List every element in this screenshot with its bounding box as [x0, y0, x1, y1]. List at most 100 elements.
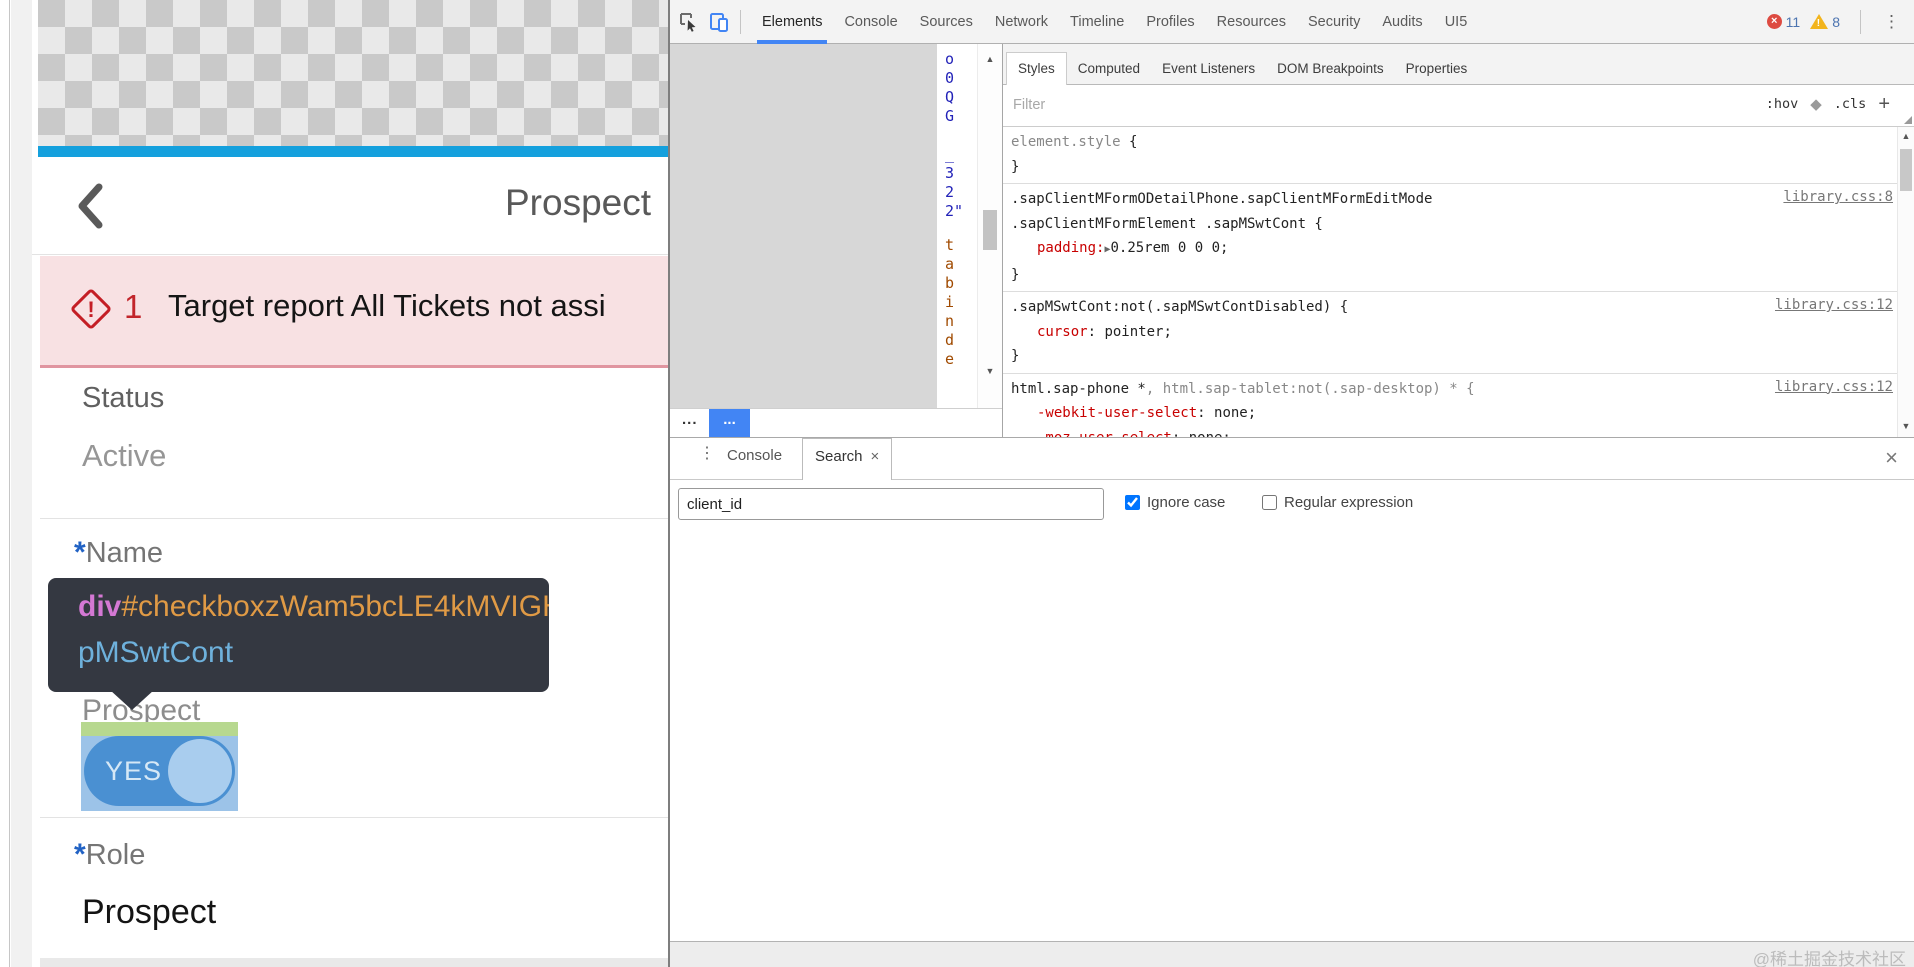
app-pane: Prospect ! 1 Target report All Tickets n…	[0, 0, 668, 967]
css-property-value: 0.25rem 0 0 0;	[1110, 240, 1229, 256]
css-property-name: cursor	[1037, 323, 1088, 340]
element-classes-button[interactable]: .cls	[1834, 96, 1867, 112]
inspect-element-icon[interactable]	[678, 11, 700, 33]
css-rules-list: element.style { } library.css:8 .sapClie…	[1003, 127, 1897, 437]
search-input[interactable]	[678, 488, 1104, 520]
styles-sidebar: Styles Computed Event Listeners DOM Brea…	[1002, 44, 1914, 437]
search-tab-close-icon[interactable]: ×	[871, 448, 880, 465]
element-inspect-tooltip: div#checkboxzWam5bcLE4kMVIGHS7o0 pMSwtCo…	[48, 578, 549, 692]
toggle-pseudo-state-button[interactable]: :hov	[1766, 96, 1799, 112]
error-banner[interactable]: ! 1 Target report All Tickets not assi	[40, 256, 668, 368]
error-badge-icon[interactable]: ×	[1766, 14, 1782, 29]
filter-input[interactable]: Filter	[1013, 97, 1045, 113]
tab-resources[interactable]: Resources	[1206, 0, 1297, 44]
breadcrumb-ellipsis[interactable]: ...	[682, 411, 698, 428]
scrollbar-thumb[interactable]	[1900, 149, 1912, 191]
scroll-down-icon[interactable]: ▼	[1898, 421, 1914, 431]
tab-ui5[interactable]: UI5	[1434, 0, 1479, 44]
css-rule-swtcont-padding[interactable]: library.css:8 .sapClientMFormODetailPhon…	[1003, 183, 1897, 291]
status-value: Active	[82, 438, 167, 473]
tab-elements[interactable]: Elements	[751, 0, 833, 44]
tooltip-selector-line2: pMSwtCont	[78, 636, 234, 669]
toolbar-separator	[740, 9, 741, 34]
tab-styles[interactable]: Styles	[1006, 52, 1067, 85]
device-toolbar-icon[interactable]	[708, 11, 730, 33]
dom-attribute-value-text: o 0 Q G _ 3 2 2"	[945, 50, 964, 220]
devtools-panel: Elements Console Sources Network Timelin…	[668, 0, 1914, 967]
tab-profiles[interactable]: Profiles	[1135, 0, 1205, 44]
selector-text: .sapMSwtCont:not(.sapMSwtContDisabled) {	[1011, 299, 1349, 315]
drawer-menu-icon[interactable]: ⋮	[699, 446, 715, 462]
scrollbar-thumb[interactable]	[983, 210, 997, 250]
back-icon[interactable]	[76, 183, 104, 229]
stylesheet-link[interactable]: library.css:12	[1775, 379, 1893, 395]
dom-scrollbar[interactable]: ▲ ▼	[977, 44, 1002, 408]
warning-badge-icon[interactable]: !	[1810, 14, 1829, 29]
drawer-tab-search[interactable]: Search ×	[802, 438, 893, 480]
role-label: *Role	[74, 838, 146, 871]
tab-properties[interactable]: Properties	[1395, 53, 1479, 84]
ignore-case-option[interactable]: Ignore case	[1125, 494, 1225, 511]
breadcrumb-ellipsis-selected[interactable]: ...	[709, 409, 750, 437]
tab-event-listeners[interactable]: Event Listeners	[1151, 53, 1266, 84]
error-message: Target report All Tickets not assi	[168, 288, 606, 323]
screenshot-root: Prospect ! 1 Target report All Tickets n…	[0, 0, 1914, 967]
status-label: Status	[82, 382, 165, 414]
stylesheet-link[interactable]: library.css:8	[1783, 189, 1893, 205]
scroll-up-icon[interactable]: ▲	[1898, 131, 1914, 141]
scroll-up-icon[interactable]: ▲	[978, 54, 1002, 64]
drawer-tab-bar: ⋮ Console Search × ×	[670, 438, 1914, 480]
inspected-toggle-highlight: YES	[81, 722, 238, 811]
divider	[40, 518, 668, 519]
css-rule-element-style[interactable]: element.style { }	[1003, 127, 1897, 183]
regex-option[interactable]: Regular expression	[1262, 494, 1413, 511]
filter-actions: :hov ◆ .cls +	[1766, 94, 1890, 114]
css-property-value: pointer;	[1104, 323, 1172, 340]
css-property-name: -moz-user-select	[1037, 430, 1172, 438]
toggle-label: YES	[105, 756, 163, 786]
scroll-down-icon[interactable]: ▼	[978, 366, 1002, 376]
toggle-knob[interactable]	[168, 739, 232, 803]
dom-breadcrumb-bar: ... ...	[670, 408, 1002, 437]
app-accent-bar	[38, 146, 668, 157]
tab-sources[interactable]: Sources	[909, 0, 984, 44]
resize-handle-icon[interactable]	[1904, 116, 1912, 124]
role-value: Prospect	[82, 893, 217, 931]
error-badge-count: 11	[1785, 13, 1801, 30]
ignore-case-label: Ignore case	[1147, 494, 1226, 511]
css-rule-user-select[interactable]: library.css:12 html.sap-phone *, html.sa…	[1003, 372, 1897, 438]
app-content: Prospect ! 1 Target report All Tickets n…	[32, 0, 668, 967]
new-style-rule-icon[interactable]: +	[1878, 94, 1890, 114]
elements-panel: o 0 Q G _ 3 2 2" t a b i n d e ▲ ▼ ... .…	[670, 44, 1914, 437]
devtools-menu-icon[interactable]: ⋮	[1883, 13, 1900, 30]
css-property-name: padding:	[1037, 240, 1105, 256]
tab-timeline[interactable]: Timeline	[1059, 0, 1135, 44]
drawer-close-icon[interactable]: ×	[1885, 445, 1898, 471]
toolbar-separator	[1860, 9, 1861, 34]
dom-attribute-name-text: t a b i n d e	[945, 236, 955, 368]
styles-scrollbar[interactable]: ▲ ▼	[1897, 127, 1914, 437]
tab-console[interactable]: Console	[833, 0, 908, 44]
styles-filter-row: Filter :hov ◆ .cls +	[1003, 85, 1914, 127]
app-header: Prospect	[32, 157, 668, 255]
name-label: *Name	[74, 536, 164, 569]
stylesheet-link[interactable]: library.css:12	[1775, 297, 1893, 313]
diamond-icon[interactable]: ◆	[1810, 95, 1822, 113]
css-property-name: -webkit-user-select	[1037, 405, 1198, 421]
drawer-bottom-strip: @稀土掘金技术社区	[670, 941, 1914, 967]
selector-text-unmatched: , html.sap-tablet:not(.sap-desktop) * {	[1145, 380, 1475, 397]
css-rule-swtcont-cursor[interactable]: library.css:12 .sapMSwtCont:not(.sapMSwt…	[1003, 291, 1897, 373]
ignore-case-checkbox[interactable]	[1125, 495, 1140, 510]
dom-tree-column[interactable]: o 0 Q G _ 3 2 2" t a b i n d e	[937, 44, 977, 408]
tab-computed[interactable]: Computed	[1067, 53, 1151, 84]
regex-checkbox[interactable]	[1262, 495, 1277, 510]
required-marker: *	[74, 536, 86, 569]
tab-security[interactable]: Security	[1297, 0, 1371, 44]
tab-audits[interactable]: Audits	[1371, 0, 1433, 44]
drawer-tab-console[interactable]: Console	[727, 447, 782, 464]
selector-text: element.style	[1011, 134, 1121, 150]
tab-network[interactable]: Network	[984, 0, 1059, 44]
yes-toggle[interactable]: YES	[84, 736, 235, 806]
tab-dom-breakpoints[interactable]: DOM Breakpoints	[1266, 53, 1395, 84]
css-property-value: none;	[1189, 430, 1231, 438]
